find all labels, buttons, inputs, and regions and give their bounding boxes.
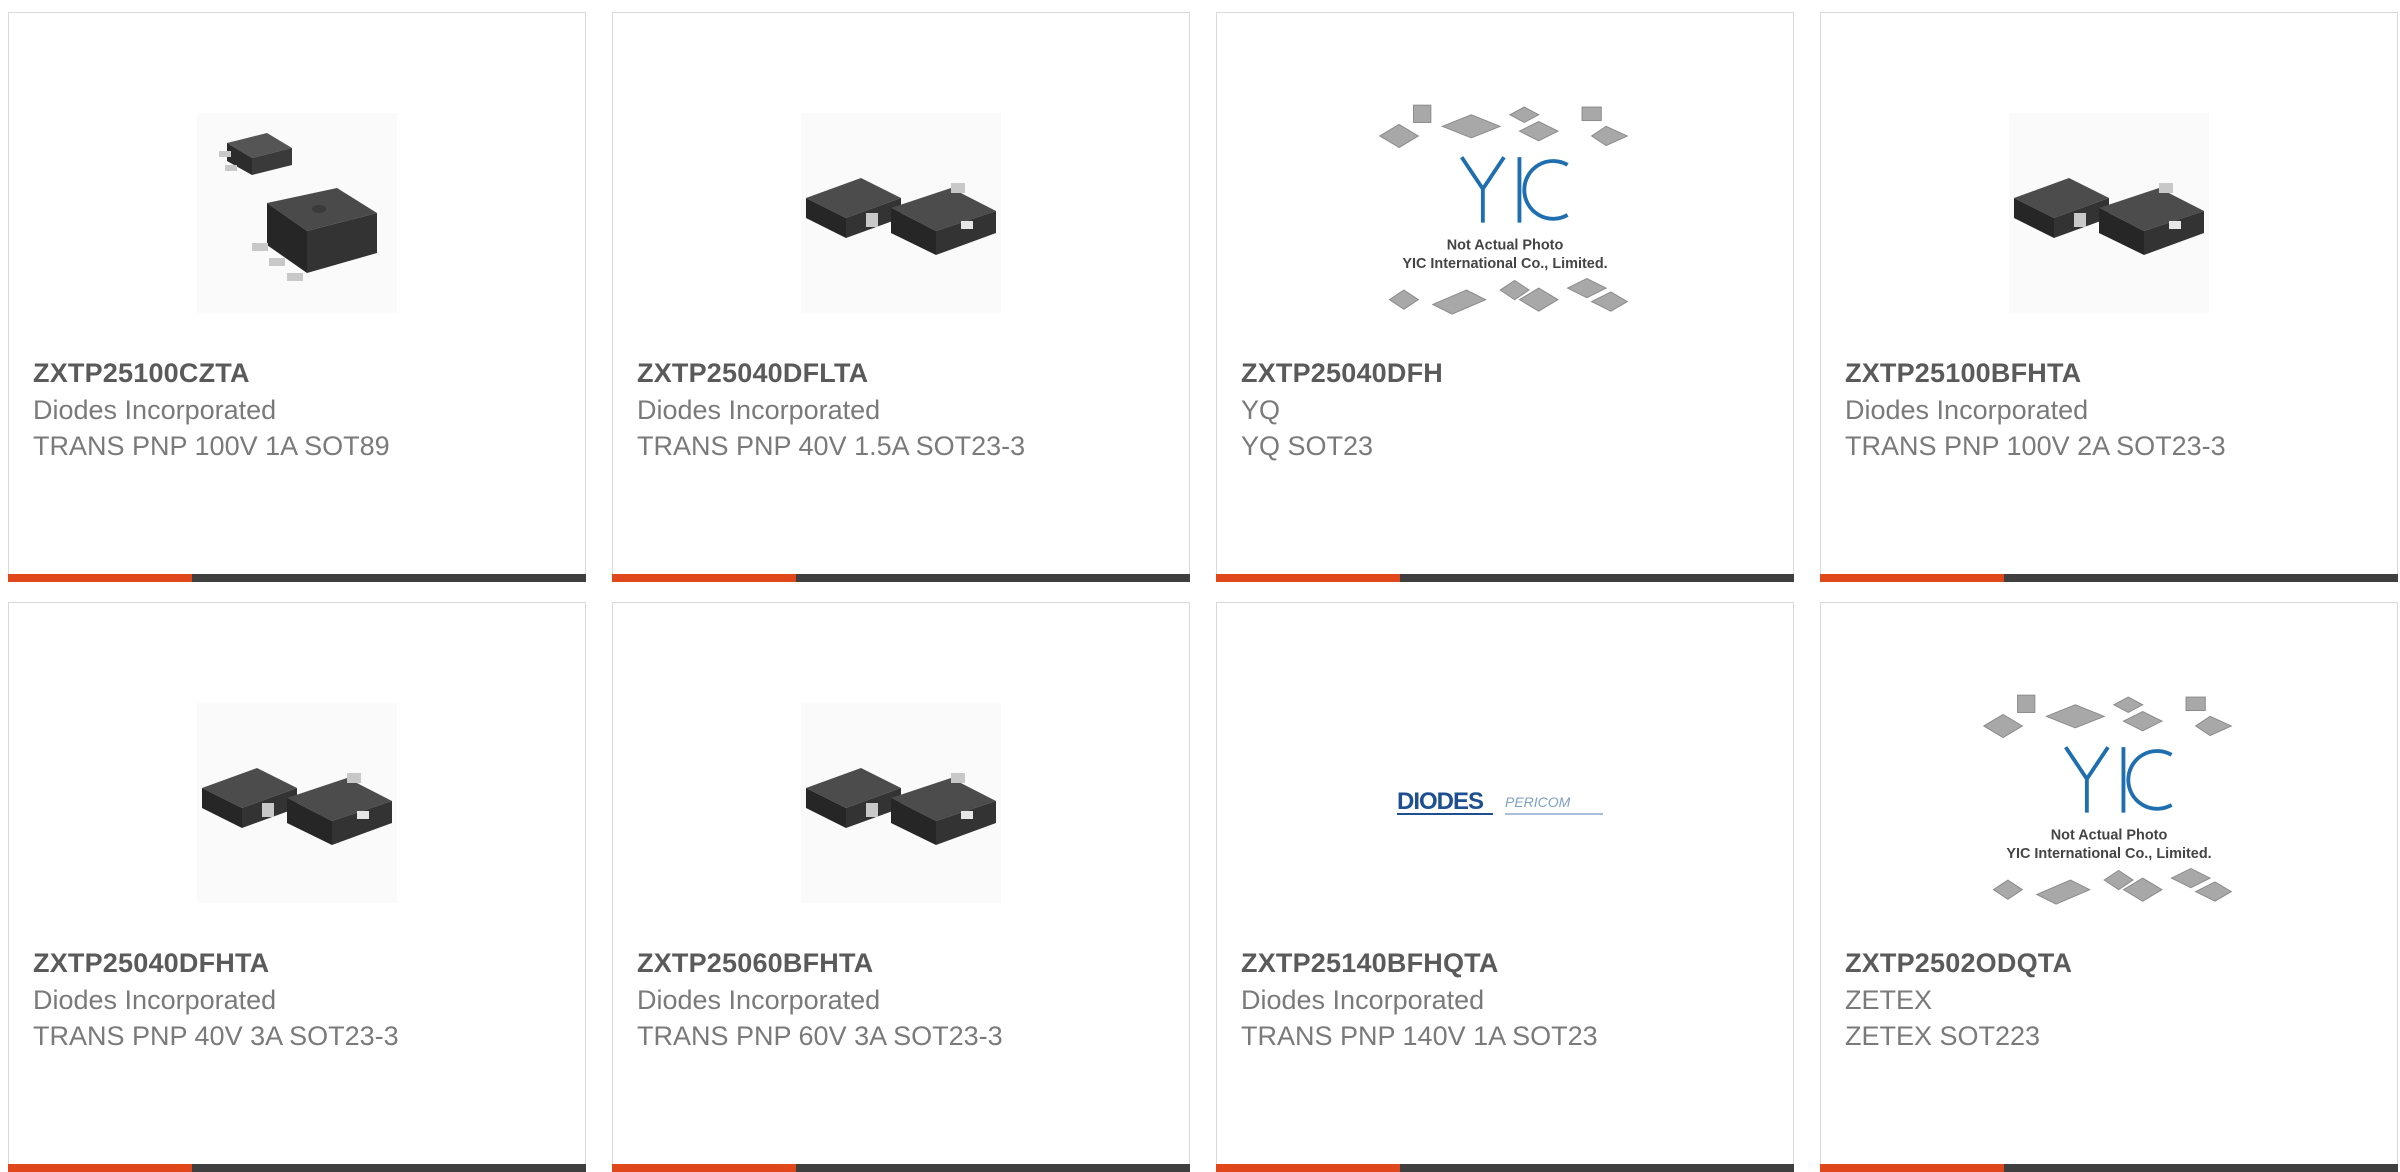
part-number[interactable]: ZXTP25100CZTA bbox=[33, 358, 250, 389]
sot89-package-image[interactable] bbox=[167, 83, 427, 343]
part-number[interactable]: ZXTP25100BFHTA bbox=[1845, 358, 2081, 389]
part-number[interactable]: ZXTP25040DFHTA bbox=[33, 948, 269, 979]
card-bottom-bar bbox=[612, 1164, 1190, 1172]
manufacturer-name: Diodes Incorporated bbox=[637, 395, 881, 425]
card-accent-bar bbox=[612, 574, 796, 582]
card-accent-bar bbox=[8, 1164, 192, 1172]
product-grid: ZXTP25100CZTA Diodes Incorporated TRANS … bbox=[8, 12, 2398, 1172]
part-number[interactable]: ZXTP25140BFHQTA bbox=[1241, 948, 1499, 979]
manufacturer-name: Diodes Incorporated bbox=[637, 985, 881, 1015]
sot23-package-image[interactable] bbox=[771, 83, 1031, 343]
product-description: TRANS PNP 60V 3A SOT23-3 bbox=[637, 1021, 1003, 1051]
card-bottom-bar bbox=[1216, 1164, 1794, 1172]
yic-company-text: YIC International Co., Limited. bbox=[2006, 846, 2211, 862]
card-bottom-bar bbox=[1216, 574, 1794, 582]
card-bottom-bar bbox=[1820, 574, 2398, 582]
not-actual-photo-image[interactable]: Not Actual Photo YIC International Co., … bbox=[1375, 83, 1635, 343]
sot23-package-image[interactable] bbox=[167, 673, 427, 933]
manufacturer-name: Diodes Incorporated bbox=[33, 985, 277, 1015]
manufacturer-name: Diodes Incorporated bbox=[1241, 985, 1485, 1015]
diodes-logo: DIODES bbox=[1397, 788, 1484, 815]
product-description: TRANS PNP 140V 1A SOT23 bbox=[1241, 1021, 1598, 1051]
card-bottom-bar bbox=[8, 574, 586, 582]
card-bottom-bar bbox=[8, 1164, 586, 1172]
part-number[interactable]: ZXTP25040DFH bbox=[1241, 358, 1443, 389]
product-description: YQ SOT23 bbox=[1241, 431, 1374, 461]
part-number[interactable]: ZXTP25060BFHTA bbox=[637, 948, 873, 979]
manufacturer-name: Diodes Incorporated bbox=[33, 395, 277, 425]
product-card[interactable]: Not Actual Photo YIC International Co., … bbox=[1820, 602, 2398, 1172]
product-description: TRANS PNP 40V 3A SOT23-3 bbox=[33, 1021, 399, 1051]
product-description: TRANS PNP 100V 2A SOT23-3 bbox=[1845, 431, 2226, 461]
card-accent-bar bbox=[1820, 574, 2004, 582]
product-card[interactable]: ZXTP25040DFHTA Diodes Incorporated TRANS… bbox=[8, 602, 586, 1172]
yic-company-text: YIC International Co., Limited. bbox=[1402, 256, 1607, 272]
product-card[interactable]: ZXTP25040DFLTA Diodes Incorporated TRANS… bbox=[612, 12, 1190, 582]
manufacturer-name: ZETEX bbox=[1845, 985, 1933, 1015]
part-number[interactable]: ZXTP2502ODQTA bbox=[1845, 948, 2072, 979]
product-card[interactable]: ZXTP25060BFHTA Diodes Incorporated TRANS… bbox=[612, 602, 1190, 1172]
product-description: ZETEX SOT223 bbox=[1845, 1021, 2041, 1051]
manufacturer-name: YQ bbox=[1241, 395, 1281, 425]
diodes-pericom-logo-image[interactable]: DIODES PERICOM bbox=[1375, 673, 1635, 933]
card-accent-bar bbox=[1820, 1164, 2004, 1172]
part-number[interactable]: ZXTP25040DFLTA bbox=[637, 358, 868, 389]
product-description: TRANS PNP 40V 1.5A SOT23-3 bbox=[637, 431, 1026, 461]
card-bottom-bar bbox=[1820, 1164, 2398, 1172]
not-actual-photo-text: Not Actual Photo bbox=[1447, 238, 1564, 254]
product-card[interactable]: ZXTP25100CZTA Diodes Incorporated TRANS … bbox=[8, 12, 586, 582]
product-card[interactable]: ZXTP25100BFHTA Diodes Incorporated TRANS… bbox=[1820, 12, 2398, 582]
card-accent-bar bbox=[1216, 574, 1400, 582]
not-actual-photo-text: Not Actual Photo bbox=[2051, 828, 2168, 844]
card-accent-bar bbox=[1216, 1164, 1400, 1172]
product-card[interactable]: Not Actual Photo YIC International Co., … bbox=[1216, 12, 1794, 582]
product-card[interactable]: DIODES PERICOM ZXTP25140BFHQTA Diodes In… bbox=[1216, 602, 1794, 1172]
sot23-package-image[interactable] bbox=[1979, 83, 2239, 343]
card-bottom-bar bbox=[612, 574, 1190, 582]
sot23-package-image[interactable] bbox=[771, 673, 1031, 933]
pericom-logo: PERICOM bbox=[1505, 794, 1571, 810]
manufacturer-name: Diodes Incorporated bbox=[1845, 395, 2089, 425]
card-accent-bar bbox=[8, 574, 192, 582]
not-actual-photo-image[interactable]: Not Actual Photo YIC International Co., … bbox=[1979, 673, 2239, 933]
product-description: TRANS PNP 100V 1A SOT89 bbox=[33, 431, 390, 461]
card-accent-bar bbox=[612, 1164, 796, 1172]
